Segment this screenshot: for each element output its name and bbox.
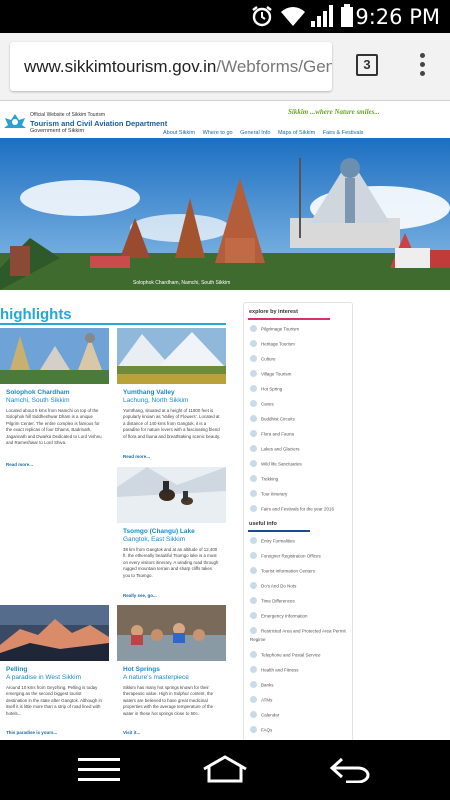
card-description: Around 10 kms from Geyzhing, Pelling is …: [6, 685, 102, 716]
official-label: Official Website of Sikkim Tourism: [30, 112, 106, 118]
sidebar-item-regime[interactable]: Regime: [250, 637, 266, 643]
tab-switcher-button[interactable]: 3: [356, 54, 378, 76]
useful-underline: [248, 530, 310, 532]
card-subtitle: Namchi, South Sikkim: [6, 397, 70, 404]
yumthang-image[interactable]: [117, 328, 226, 384]
system-nav-bar: [0, 740, 450, 800]
card-title[interactable]: Solophok Chardham: [6, 389, 70, 397]
sidebar-item-atms[interactable]: ATMs: [250, 696, 272, 704]
sidebar-item-telephone[interactable]: Telephone and Postal Service: [250, 651, 321, 659]
sidebar-item-banks[interactable]: Banks: [250, 681, 274, 689]
read-more-link[interactable]: Really see, go...: [123, 593, 157, 598]
card-description: Located about 5 kms from Namchi on top o…: [6, 408, 102, 446]
nav-fairs[interactable]: Fairs & Festivals: [323, 130, 364, 136]
sidebar-item-restricted[interactable]: Restricted Area and Protected Area Permi…: [250, 627, 346, 635]
overflow-menu-icon[interactable]: [412, 53, 432, 81]
card-title[interactable]: Pelling: [6, 666, 27, 674]
sidebar-item-caves[interactable]: Caves: [250, 400, 274, 408]
battery-icon: [341, 4, 353, 27]
tagline: Sikkim ...where Nature smiles...: [288, 108, 380, 116]
sidebar-item-itinerary[interactable]: Tour Itinerary: [250, 490, 287, 498]
status-bar: 9:26 PM: [0, 0, 450, 33]
site-header: Official Website of Sikkim Tourism Touri…: [0, 102, 450, 138]
solophok-image[interactable]: [0, 328, 109, 384]
sidebar-item-buddhist[interactable]: Buddhist Circuits: [250, 415, 295, 423]
wifi-icon: [281, 7, 305, 26]
highlights-heading: highlights: [0, 306, 72, 323]
card-subtitle: Gangtok, East Sikkim: [123, 536, 186, 543]
web-page: Official Website of Sikkim Tourism Touri…: [0, 102, 450, 740]
nav-maps[interactable]: Maps of Sikkim: [278, 130, 315, 136]
sikkim-logo: [4, 114, 26, 128]
card-title[interactable]: Tsomgo (Changu) Lake: [123, 528, 195, 536]
alarm-icon: [252, 6, 272, 27]
department-title: Tourism and Civil Aviation Department: [30, 119, 168, 128]
sidebar-item-fairs[interactable]: Fairs and Festivals for the year 2016: [250, 505, 334, 513]
signal-icon: [311, 5, 333, 27]
read-more-link[interactable]: Read more...: [123, 454, 150, 459]
sidebar-item-faqs[interactable]: FAQs: [250, 726, 272, 734]
nav-general-info[interactable]: General Info: [240, 130, 270, 136]
sidebar-item-entry[interactable]: Entry Formalities: [250, 537, 295, 545]
highlights-underline: [0, 323, 226, 325]
sidebar-item-heritage[interactable]: Heritage Tourism: [250, 340, 295, 348]
card-description: Sikkim has many hot springs known for th…: [123, 685, 214, 716]
menu-icon[interactable]: [78, 758, 120, 782]
card-title[interactable]: Yumthang Valley: [123, 389, 175, 397]
url-bar[interactable]: www.sikkimtourism.gov.in/Webforms/Gene: [10, 42, 332, 91]
explore-underline: [248, 318, 330, 320]
card-title[interactable]: Hot Springs: [123, 666, 160, 674]
tsomgo-image[interactable]: [117, 467, 226, 523]
sidebar-item-time[interactable]: Time Differences: [250, 597, 295, 605]
sidebar-item-wildlife[interactable]: Wild life Sanctuaries: [250, 460, 302, 468]
home-icon[interactable]: [201, 755, 249, 783]
card-description: 38 km from Gangtok and at an altitude of…: [123, 547, 219, 578]
card-subtitle: Lachung, North Sikkim: [123, 397, 189, 404]
banner-caption: Solophok Chardham, Namchi, South Sikkim: [133, 280, 231, 286]
banner-image: [0, 138, 450, 290]
card-subtitle: A nature's masterpiece: [123, 674, 189, 681]
card-description: Yumthang, situated at a height of 11800 …: [123, 408, 221, 439]
government-label: Government of Sikkim: [30, 128, 85, 134]
nav-where-to-go[interactable]: Where to go: [203, 130, 233, 136]
card-subtitle: A paradise in West Sikkim: [6, 674, 82, 681]
read-more-link[interactable]: Visit it...: [123, 730, 140, 735]
site-nav: About Sikkim Where to go General Info Ma…: [163, 130, 369, 136]
sidebar-item-pilgrimage[interactable]: Pilgrimage Tourism: [250, 325, 299, 333]
nav-about[interactable]: About Sikkim: [163, 130, 195, 136]
hot-springs-image[interactable]: [117, 605, 226, 661]
sidebar-item-culture[interactable]: Culture: [250, 355, 276, 363]
sidebar-item-emergency[interactable]: Emergency Information: [250, 612, 308, 620]
pelling-image[interactable]: [0, 605, 109, 661]
sidebar-item-dos[interactable]: Do's And Do Nots: [250, 582, 296, 590]
sidebar-item-trekking[interactable]: Trekking: [250, 475, 278, 483]
sidebar-item-lakes[interactable]: Lakes and Glaciers: [250, 445, 300, 453]
useful-heading: useful info: [249, 521, 277, 527]
back-icon[interactable]: [328, 755, 374, 783]
sidebar-item-foreigner[interactable]: Foreigner Registration Offices: [250, 552, 321, 560]
sidebar-item-flora[interactable]: Flora and Fauna: [250, 430, 294, 438]
explore-heading: explore by interest: [249, 309, 298, 315]
clock: 9:26 PM: [355, 5, 440, 29]
url-path: /Webforms/Gene: [216, 57, 332, 76]
sidebar-item-calendar[interactable]: Calendar: [250, 711, 279, 719]
sidebar-item-health[interactable]: Health and Fitness: [250, 666, 299, 674]
sidebar-item-tourist-info[interactable]: Tourist Information Centers: [250, 567, 315, 575]
browser-toolbar: www.sikkimtourism.gov.in/Webforms/Gene 3: [0, 33, 450, 101]
sidebar-item-hot-spring[interactable]: Hot Spring: [250, 385, 282, 393]
url-domain: www.sikkimtourism.gov.in: [24, 57, 217, 76]
read-more-link[interactable]: Read more...: [6, 462, 33, 467]
sidebar-item-village[interactable]: Village Tourism: [250, 370, 291, 378]
read-more-link[interactable]: This paradise is yours...: [6, 730, 57, 735]
sidebar: explore by interest Pilgrimage Tourism H…: [243, 302, 353, 740]
